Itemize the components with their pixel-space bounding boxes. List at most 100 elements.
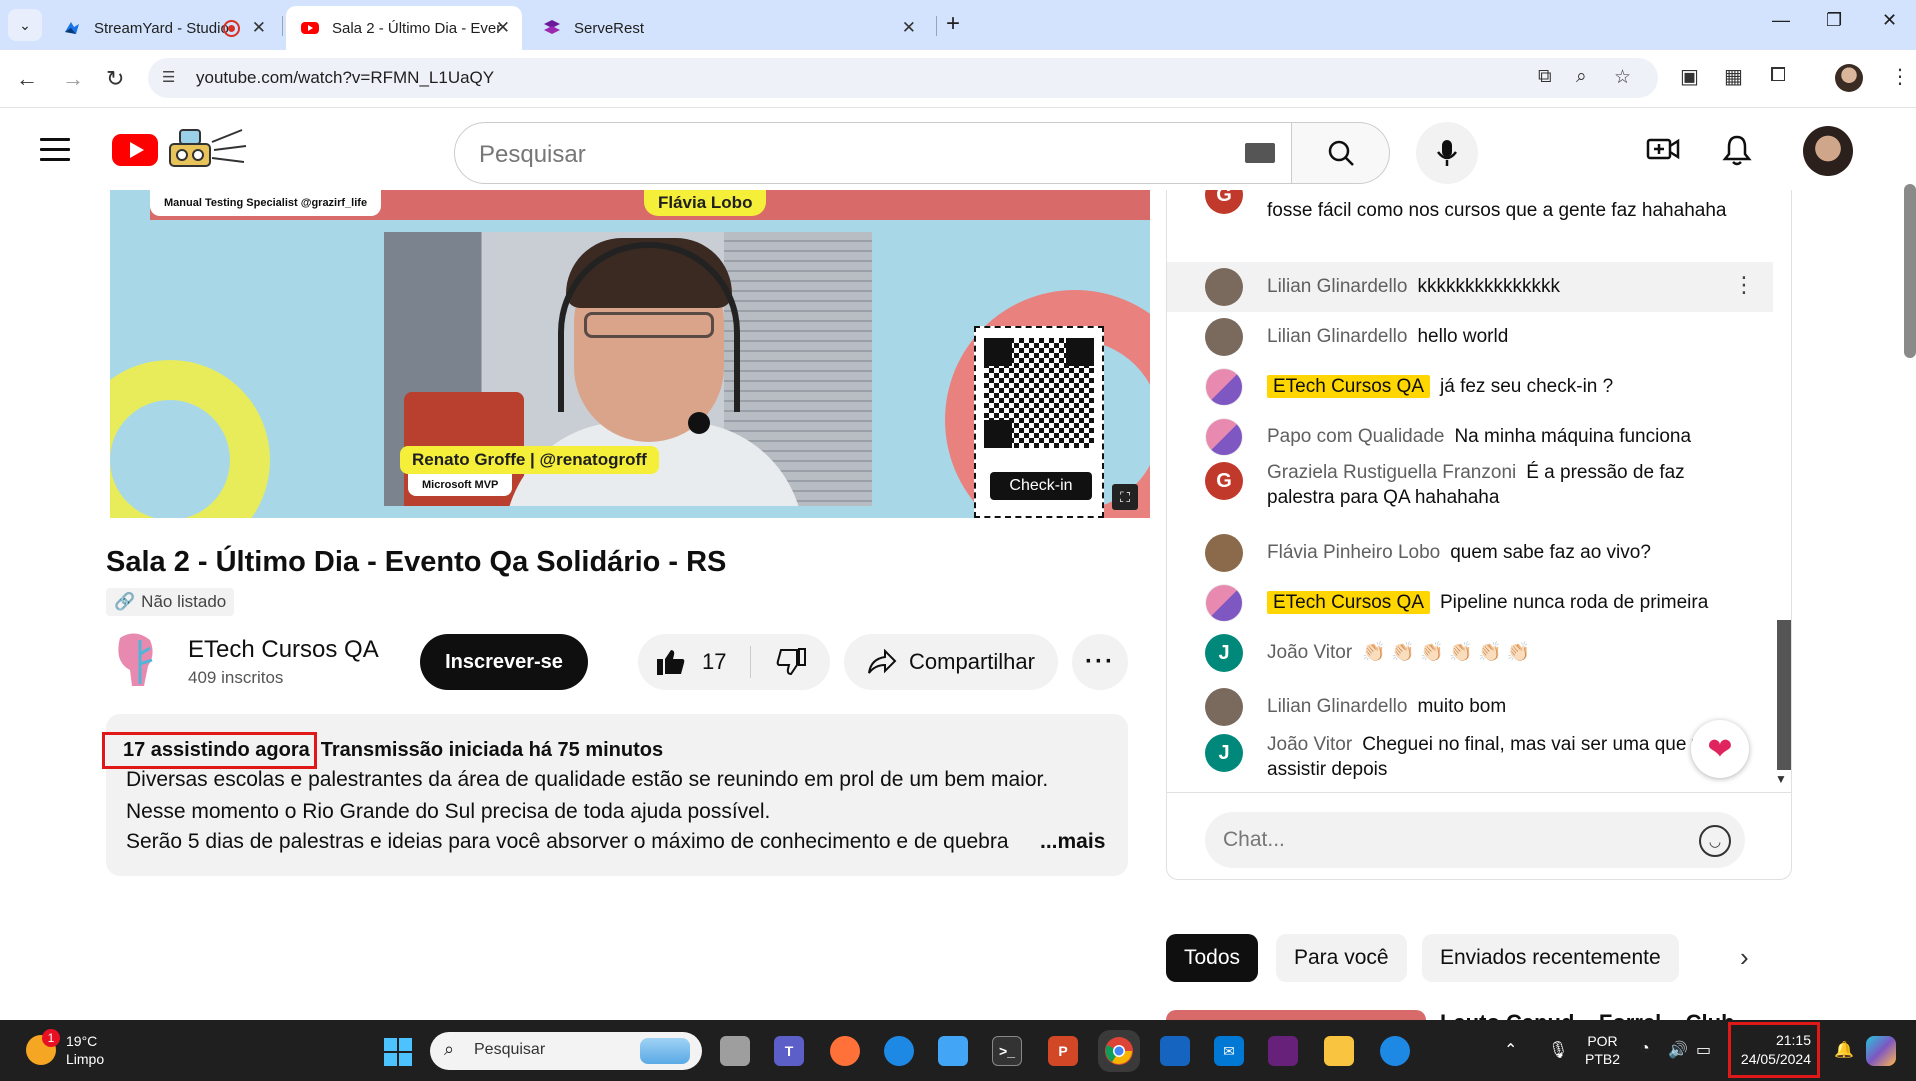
chat-author-name[interactable]: Papo com Qualidade [1267,426,1444,447]
powerpoint-icon[interactable]: P [1048,1036,1078,1066]
chat-author-avatar[interactable] [1205,584,1243,622]
guide-menu-icon[interactable] [40,138,70,168]
chat-message[interactable]: J João Vitor 👏🏻 👏🏻 👏🏻 👏🏻 👏🏻 👏🏻 [1167,628,1773,682]
notification-center-icon[interactable]: 🔔 [1834,1040,1854,1060]
chat-author-name[interactable]: ETech Cursos QA [1267,591,1430,614]
channel-name[interactable]: ETech Cursos QA [188,636,379,664]
description-box[interactable]: 17 assistindo agora Transmissão iniciada … [102,714,1128,876]
chat-author-avatar[interactable] [1205,368,1243,406]
tab-serverest[interactable]: ServeRest ✕ [528,6,928,50]
keyboard-icon[interactable] [1245,143,1275,163]
chat-author-name[interactable]: Lilian Glinardello [1267,326,1407,347]
edge-icon[interactable] [884,1036,914,1066]
bookmark-star-icon[interactable]: ☆ [1614,66,1631,89]
youtube-doodle-robot-icon[interactable] [162,122,252,176]
chat-message[interactable]: ETech Cursos QA Pipeline nunca roda de pr… [1167,578,1773,628]
create-video-icon[interactable] [1646,134,1680,164]
fullscreen-icon[interactable]: ⛶ [1112,484,1138,510]
chat-message[interactable]: Gfosse fácil como nos cursos que a gente… [1167,190,1773,256]
profile-avatar[interactable] [1835,64,1863,92]
zoom-icon[interactable]: ⌕ [1576,66,1587,88]
url-text[interactable]: youtube.com/watch?v=RFMN_L1UaQY [196,68,494,88]
windows-start-icon[interactable] [384,1038,412,1066]
chat-author-name[interactable]: Lilian Glinardello [1267,276,1407,297]
reload-icon[interactable]: ↻ [106,66,124,92]
chat-message[interactable]: Lilian Glinardello muito bom [1167,682,1773,728]
youtube-logo[interactable] [112,134,158,166]
chat-author-name[interactable]: Lilian Glinardello [1267,696,1407,717]
chat-scroll-down-icon[interactable]: ▼ [1775,772,1787,786]
chat-author-avatar[interactable]: G [1205,190,1243,214]
chat-message[interactable]: Papo com Qualidade Na minha máquina funci… [1167,412,1773,456]
channel-avatar[interactable] [110,630,160,690]
file-explorer-icon[interactable] [1324,1036,1354,1066]
tab-streamyard[interactable]: StreamYard - Studio ✕ [48,6,278,50]
tab-youtube-active[interactable]: Sala 2 - Último Dia - Evento Qa ✕ [286,6,522,50]
weather-widget[interactable]: 1 19°C Limpo [26,1029,104,1068]
chat-author-avatar[interactable] [1205,268,1243,306]
chat-message[interactable]: Lilian Glinardello kkkkkkkkkkkkkkk ⋮ [1167,262,1773,312]
battery-icon[interactable]: ▭ [1696,1040,1711,1060]
remote-desktop-icon[interactable] [1160,1036,1190,1066]
chat-message[interactable]: J João Vitor Cheguei no final, mas vai ser… [1167,728,1773,792]
wifi-icon[interactable]: ◔ [1640,1040,1650,1058]
site-info-icon[interactable]: ☰ [162,68,175,86]
visual-studio-icon[interactable] [1268,1036,1298,1066]
chat-input[interactable]: Chat... ◡ [1205,812,1745,868]
notifications-bell-icon[interactable] [1722,134,1752,166]
chat-message-menu-icon[interactable]: ⋮ [1733,272,1755,298]
back-arrow-icon[interactable]: ← [16,66,38,92]
qr-code-icon[interactable]: ▦ [1724,64,1743,89]
chat-author-avatar[interactable] [1205,418,1243,456]
like-button[interactable]: 17 [638,634,750,690]
chevron-right-icon[interactable]: › [1740,942,1749,973]
chat-message[interactable]: Lilian Glinardello hello world [1167,312,1773,362]
chat-author-name[interactable]: Flávia Pinheiro Lobo [1267,542,1440,563]
task-view-icon[interactable] [720,1036,750,1066]
show-hidden-icons-chevron-icon[interactable]: ⌃ [1504,1040,1517,1060]
chat-author-avatar[interactable] [1205,688,1243,726]
chat-author-name[interactable]: João Vitor [1267,734,1352,755]
chip-para-voce[interactable]: Para você [1276,934,1407,982]
extensions-puzzle-icon[interactable]: ⧠ [1770,64,1786,87]
copilot-icon[interactable] [1866,1036,1896,1066]
chat-author-avatar[interactable] [1205,318,1243,356]
minimize-window-icon[interactable]: — [1772,10,1790,31]
more-actions-button[interactable]: ··· [1072,634,1128,690]
dislike-button[interactable] [751,634,830,690]
chrome-icon[interactable] [1098,1030,1140,1072]
close-window-icon[interactable]: ✕ [1882,10,1897,31]
chat-message[interactable]: ETech Cursos QA já fez seu check-in ? [1167,362,1773,412]
chat-scrollbar-thumb[interactable] [1777,620,1791,770]
cloud-app-icon[interactable] [938,1036,968,1066]
mail-icon[interactable]: ✉ [1214,1036,1244,1066]
page-scrollbar-thumb[interactable] [1904,184,1916,358]
tab-search-button[interactable]: ⌄ [8,9,42,41]
emoji-smile-icon[interactable]: ◡ [1699,825,1731,857]
chat-author-name[interactable]: Graziela Rustiguella Franzoni [1267,462,1516,483]
chat-author-avatar[interactable]: G [1205,462,1243,500]
close-tab-icon[interactable]: ✕ [252,18,266,38]
teams-icon[interactable]: T [774,1036,804,1066]
chat-message[interactable]: Flávia Pinheiro Lobo quem sabe faz ao viv… [1167,528,1773,578]
voice-search-button[interactable] [1416,122,1478,184]
taskbar-search-input[interactable]: ⌕ Pesquisar [430,1032,702,1070]
chat-author-name[interactable]: ETech Cursos QA [1267,375,1430,398]
address-bar[interactable]: ☰ youtube.com/watch?v=RFMN_L1UaQY ⧉ ⌕ ☆ [148,58,1658,98]
firefox-icon[interactable] [830,1036,860,1066]
open-in-app-icon[interactable]: ⧉ [1538,66,1552,88]
chip-enviados-recentemente[interactable]: Enviados recentemente [1422,934,1679,982]
close-tab-icon[interactable]: ✕ [496,18,510,38]
system-clock[interactable]: 21:15 24/05/2024 [1728,1022,1820,1078]
chat-author-avatar[interactable] [1205,534,1243,572]
language-indicator[interactable]: POR PTB2 [1585,1032,1620,1068]
video-player[interactable]: Manual Testing Specialist @grazirf_life … [110,190,1150,518]
volume-icon[interactable]: 🔊 [1668,1040,1688,1060]
description-more-link[interactable]: ...mais [1040,830,1105,854]
forward-arrow-icon[interactable]: → [62,66,84,92]
search-input[interactable]: Pesquisar [454,122,1292,184]
heart-reaction-icon[interactable]: ❤ [1691,720,1749,778]
microphone-tray-icon[interactable]: 🎙 [1548,1040,1568,1060]
share-button[interactable]: Compartilhar [844,634,1058,690]
chat-author-name[interactable]: João Vitor [1267,642,1352,663]
